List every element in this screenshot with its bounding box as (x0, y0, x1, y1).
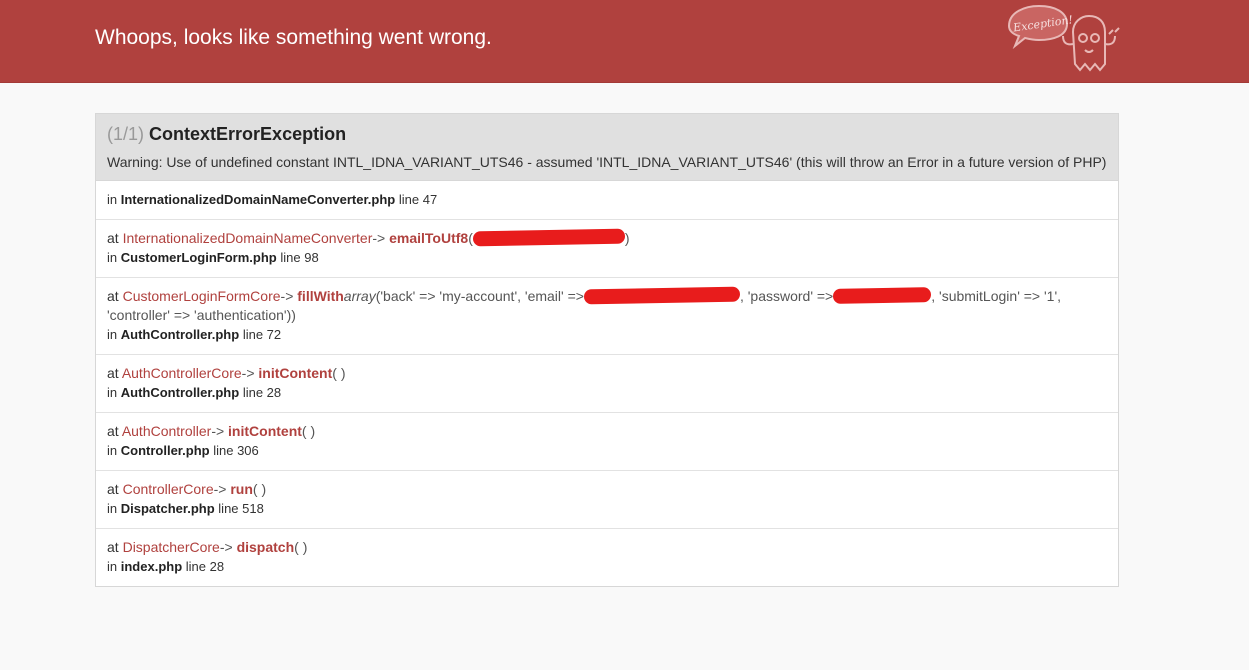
page-title: Whoops, looks like something went wrong. (95, 26, 492, 49)
exception-class: ContextErrorException (149, 124, 347, 144)
trace-class: DispatcherCore (122, 539, 220, 555)
trace-frame: at DispatcherCore-> dispatch( ) in index… (107, 539, 308, 574)
trace-file: CustomerLoginForm.php (120, 250, 277, 265)
trace-class: AuthControllerCore (121, 365, 242, 381)
trace-class: ControllerCore (122, 481, 214, 497)
error-header: Whoops, looks like something went wrong.… (0, 0, 1249, 83)
redaction-mark (472, 228, 625, 247)
trace-frame: at AuthController-> initContent( ) in Co… (96, 413, 1118, 471)
trace-line: line 28 (242, 385, 282, 400)
exception-count: (1/1) (107, 124, 145, 144)
trace-method: initContent (258, 365, 333, 381)
trace-method: emailToUtf8 (389, 230, 469, 246)
trace-line: line 518 (218, 501, 264, 516)
trace-line: line 47 (398, 192, 438, 207)
trace-class: CustomerLoginFormCore (122, 288, 281, 304)
trace-method: initContent (228, 423, 302, 439)
redaction-mark (583, 286, 741, 305)
trace-file: Controller.php (120, 443, 210, 458)
trace-origin: in InternationalizedDomainNameConverter.… (96, 181, 1118, 220)
exception-ghost-icon: Exception! (1007, 4, 1120, 72)
trace-method: fillWith (297, 288, 344, 304)
trace-file: index.php (120, 559, 183, 574)
trace-frame: at InternationalizedDomainNameConverter-… (96, 220, 1118, 278)
trace-method: dispatch (236, 539, 295, 555)
exception-panel: (1/1) ContextErrorException Warning: Use… (95, 113, 1119, 587)
trace-file: AuthController.php (120, 327, 240, 342)
trace-class: InternationalizedDomainNameConverter (122, 230, 373, 246)
trace-line: line 306 (213, 443, 259, 458)
trace-frame: at AuthControllerCore-> initContent( ) i… (96, 355, 1118, 413)
trace-method: run (230, 481, 253, 497)
trace-file: AuthController.php (120, 385, 240, 400)
trace-line: line 72 (242, 327, 282, 342)
trace-file: Dispatcher.php (120, 501, 215, 516)
trace-frame: at CustomerLoginFormCore-> fillWitharray… (96, 278, 1118, 355)
exception-message: Warning: Use of undefined constant INTL_… (107, 154, 1107, 170)
trace-file: InternationalizedDomainNameConverter.php (120, 192, 396, 207)
trace-frame: at ControllerCore-> run( ) in Dispatcher… (96, 471, 1118, 529)
trace-line: line 28 (185, 559, 225, 574)
exception-heading: (1/1) ContextErrorException Warning: Use… (96, 114, 1118, 181)
redaction-mark (833, 287, 932, 304)
trace-class: AuthController (121, 423, 212, 439)
trace-line: line 98 (280, 250, 319, 265)
